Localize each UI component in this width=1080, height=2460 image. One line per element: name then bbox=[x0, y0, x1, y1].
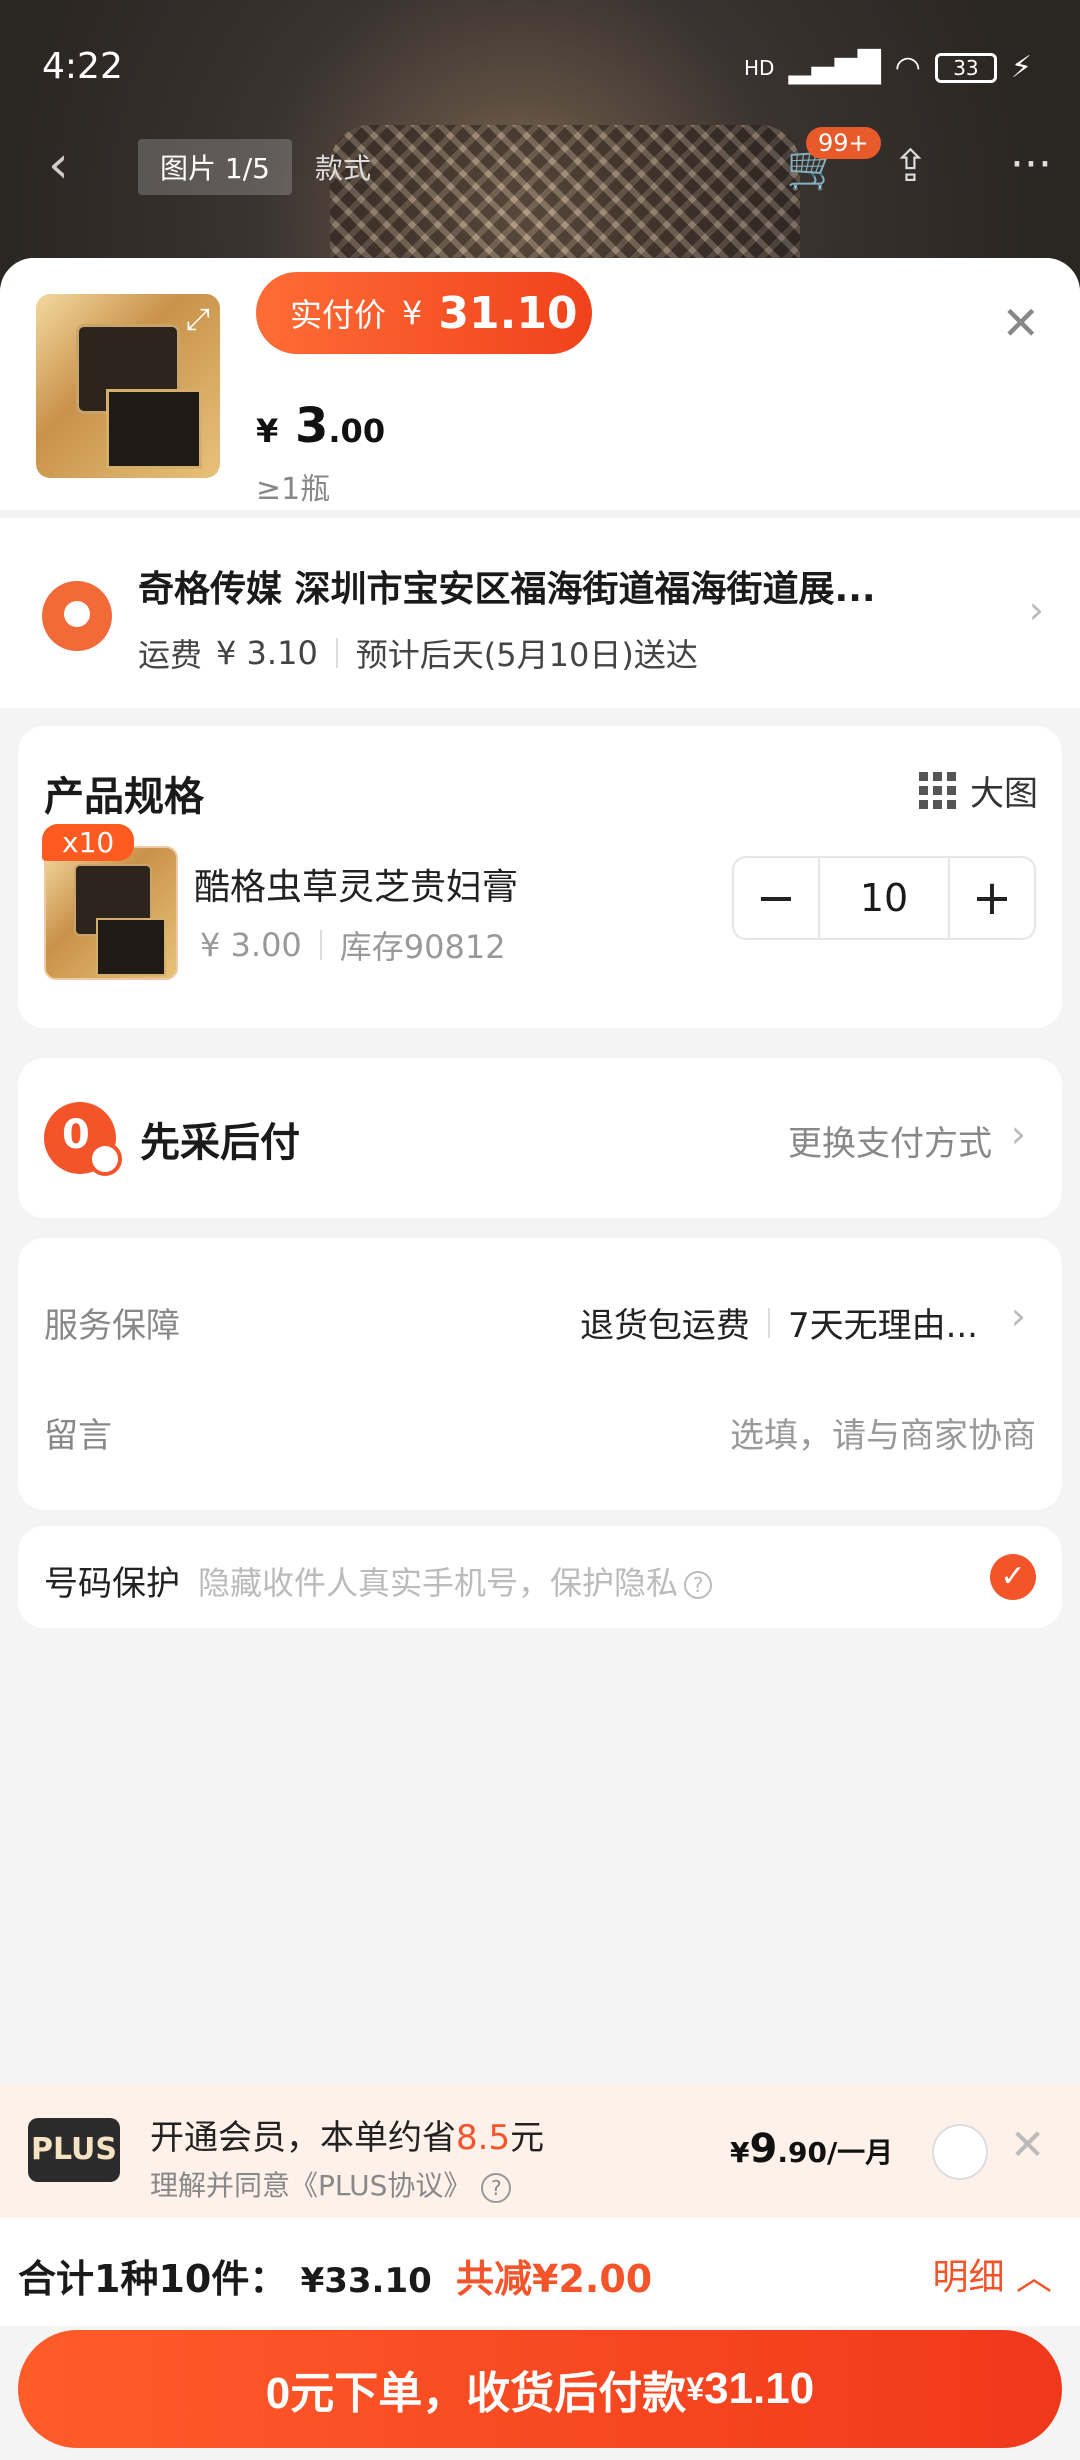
wifi-icon: ◠ bbox=[894, 50, 921, 85]
address-row[interactable]: 奇格传媒 深圳市宝安区福海街道福海街道展... 运费 ¥ 3.10 预计后天(5… bbox=[0, 518, 1080, 708]
service-card: 服务保障 退货包运费 7天无理由... › 留言 选填，请与商家协商 bbox=[18, 1238, 1062, 1510]
pay-later-icon: 0 bbox=[44, 1102, 122, 1176]
address-text: 奇格传媒 深圳市宝安区福海街道福海街道展... bbox=[138, 569, 876, 610]
message-label: 留言 bbox=[44, 1416, 112, 1456]
decrement-button[interactable]: − bbox=[734, 858, 818, 938]
plus-select-radio[interactable] bbox=[932, 2124, 988, 2180]
location-pin-icon bbox=[42, 581, 112, 651]
change-payment-link[interactable]: 更换支付方式 bbox=[788, 1116, 992, 1165]
quantity-stepper: − 10 + bbox=[732, 856, 1036, 940]
divider bbox=[335, 638, 338, 668]
payment-method-label: 先采后付 bbox=[140, 1120, 300, 1166]
phone-protect-label: 号码保护 bbox=[44, 1564, 180, 1604]
actual-price-pill: 实付价 ¥ 31.10 bbox=[256, 272, 592, 354]
increment-button[interactable]: + bbox=[950, 858, 1034, 938]
plus-logo: PLUS bbox=[28, 2118, 120, 2182]
network-label: HD bbox=[743, 55, 775, 80]
message-input[interactable]: 选填，请与商家协商 bbox=[730, 1408, 1036, 1457]
actual-price-value: 31.10 bbox=[438, 287, 578, 339]
status-bar: 4:22 HD ▂▄▆█ ◠ 33 ⚡ bbox=[0, 40, 1080, 100]
discount-amount: 共减¥2.00 bbox=[456, 2257, 653, 2301]
plus-price: ¥9.90/一月 bbox=[730, 2126, 894, 2172]
service-label: 服务保障 bbox=[44, 1306, 180, 1346]
chevron-up-icon: ︿ bbox=[1015, 2257, 1052, 2298]
stock: 库存90812 bbox=[339, 928, 506, 966]
payment-method-card[interactable]: 0 先采后付 更换支付方式 › bbox=[18, 1058, 1062, 1218]
battery-icon: 33 bbox=[934, 52, 997, 83]
back-icon[interactable]: ‹ bbox=[48, 135, 69, 195]
product-price: ¥ 3.00 bbox=[200, 926, 302, 964]
product-spec-card: 产品规格 大图 x10 酷格虫草灵芝贵妇膏 ¥ 3.00 库存90812 − 1… bbox=[18, 726, 1062, 1028]
actual-price-label: 实付价 bbox=[290, 296, 387, 334]
plus-saving: 8.5 bbox=[456, 2118, 511, 2158]
tab-style[interactable]: 款式 bbox=[315, 147, 371, 187]
unit-price: ¥ 3.00 bbox=[256, 398, 386, 454]
sheet-header: ⤢ 实付价 ¥ 31.10 ✕ ¥ 3.00 ≥1瓶 bbox=[0, 258, 1080, 510]
product-nav-bar: ‹ 图片 1/5 款式 🛒 99+ ⇪ ··· bbox=[0, 127, 1080, 205]
phone-protect-checkbox[interactable]: ✓ bbox=[990, 1554, 1036, 1600]
help-icon[interactable]: ? bbox=[481, 2173, 512, 2203]
delivery-estimate: 预计后天(5月10日)送达 bbox=[355, 636, 698, 674]
product-name: 酷格虫草灵芝贵妇膏 bbox=[194, 867, 519, 908]
shipping-label: 运费 bbox=[138, 636, 203, 674]
help-icon[interactable]: ? bbox=[684, 1571, 713, 1599]
divider bbox=[319, 930, 322, 960]
expand-icon[interactable]: ⤢ bbox=[186, 302, 210, 337]
more-icon[interactable]: ··· bbox=[1010, 139, 1052, 190]
chevron-right-icon: › bbox=[1028, 588, 1044, 632]
total-label: 合计1种10件： bbox=[18, 2257, 288, 2301]
quantity-badge: x10 bbox=[42, 824, 135, 861]
tab-pictures[interactable]: 图片 1/5 bbox=[138, 139, 292, 195]
close-icon[interactable]: ✕ bbox=[1010, 2120, 1045, 2169]
charging-icon: ⚡ bbox=[1010, 50, 1032, 85]
quantity-value[interactable]: 10 bbox=[818, 858, 950, 938]
service-items[interactable]: 退货包运费 7天无理由... bbox=[580, 1298, 978, 1347]
actual-price-currency: ¥ bbox=[402, 294, 423, 332]
chevron-right-icon: › bbox=[1010, 1112, 1026, 1156]
grid-icon bbox=[919, 772, 956, 809]
share-icon[interactable]: ⇪ bbox=[892, 141, 929, 192]
close-icon[interactable]: ✕ bbox=[1001, 296, 1040, 350]
shipping-fee: ¥ 3.10 bbox=[216, 634, 318, 672]
status-time: 4:22 bbox=[42, 46, 123, 87]
spec-title: 产品规格 bbox=[44, 774, 204, 820]
signal-icon: ▂▄▆█ bbox=[788, 50, 881, 85]
divider bbox=[767, 1307, 770, 1338]
min-quantity: ≥1瓶 bbox=[256, 472, 331, 507]
big-view-button[interactable]: 大图 bbox=[919, 766, 1038, 815]
spec-thumbnail[interactable] bbox=[44, 846, 178, 980]
plus-membership-bar: PLUS 开通会员，本单约省8.5元 理解并同意《PLUS协议》? ¥9.90/… bbox=[0, 2084, 1080, 2218]
total-amount: ¥33.10 bbox=[300, 2261, 432, 2301]
phone-protect-card: 号码保护 隐藏收件人真实手机号，保护隐私? ✓ bbox=[18, 1526, 1062, 1628]
phone-protect-desc: 隐藏收件人真实手机号，保护隐私 bbox=[198, 1564, 679, 1602]
chevron-right-icon: › bbox=[1010, 1294, 1026, 1338]
cart-badge: 99+ bbox=[806, 127, 881, 159]
total-bar: 合计1种10件： ¥33.10 共减¥2.00 明细 ︿ bbox=[0, 2218, 1080, 2326]
detail-toggle[interactable]: 明细 ︿ bbox=[933, 2248, 1052, 2300]
submit-order-button[interactable]: 0元下单，收货后付款 ¥31.10 bbox=[18, 2330, 1062, 2448]
plus-agreement-link[interactable]: 理解并同意《PLUS协议》 bbox=[150, 2169, 471, 2202]
product-thumbnail[interactable]: ⤢ bbox=[36, 294, 220, 478]
